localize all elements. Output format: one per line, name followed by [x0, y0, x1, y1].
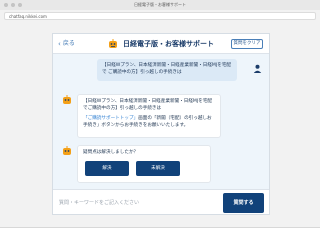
support-chat-app: ‹ 戻る 日経電子版・お客様サポート 質問をクリア 【日経Wプラン、日本経済新聞… — [52, 33, 270, 215]
url-text: chatfaq.nikkei.com — [9, 14, 47, 19]
user-avatar-icon — [253, 64, 262, 73]
window-title: 日経電子版・お客様サポート — [134, 2, 186, 7]
page-title: 日経電子版・お客様サポート — [123, 40, 214, 48]
address-bar[interactable]: chatfaq.nikkei.com — [4, 12, 316, 20]
title-bar: 日経電子版・お客様サポート — [0, 0, 320, 10]
send-question-button[interactable]: 質問する — [223, 193, 264, 213]
chat-header: ‹ 戻る 日経電子版・お客様サポート 質問をクリア — [53, 34, 269, 54]
bot-avatar-icon — [63, 146, 71, 155]
chevron-left-icon: ‹ — [58, 40, 61, 48]
resolution-question-bubble: 疑問点は解決しましたか？ 解決 未解決 — [77, 145, 211, 183]
robot-logo-icon — [109, 39, 117, 48]
subscription-support-link[interactable]: 「ご購読サポートトップ」 — [83, 116, 138, 121]
user-message-bubble: 【日経Wプラン、日本経済新聞・日経産業新聞・日経MJを宅配で ご購読中の方】引っ… — [97, 59, 237, 81]
bot-message-text: 【日経Wプラン、日本経済新聞・日経産業新聞・日経MJを宅配でご購読中の方】引っ越… — [83, 99, 213, 111]
back-label: 戻る — [62, 40, 75, 47]
resolution-question-text: 疑問点は解決しましたか？ — [83, 150, 139, 155]
clear-questions-button[interactable]: 質問をクリア — [231, 39, 263, 49]
back-button[interactable]: ‹ 戻る — [58, 40, 75, 48]
browser-window: 日経電子版・お客様サポート chatfaq.nikkei.com ‹ 戻る 日経… — [0, 0, 320, 228]
question-input-bar: 質問する — [53, 189, 269, 214]
user-message-text: 【日経Wプラン、日本経済新聞・日経産業新聞・日経MJを宅配で ご購読中の方】引っ… — [102, 63, 232, 75]
bot-message-instructions: 「ご購読サポートトップ」画面の「新聞（宅配）の引っ越しお手続き」ボタンからお手続… — [83, 115, 215, 129]
question-input[interactable] — [59, 194, 217, 212]
bot-message-bubble: 【日経Wプラン、日本経済新聞・日経産業新聞・日経MJを宅配でご購読中の方】引っ越… — [77, 94, 221, 138]
unresolved-button[interactable]: 未解決 — [136, 161, 180, 176]
resolved-button[interactable]: 解決 — [85, 161, 129, 176]
bot-avatar-icon — [63, 95, 71, 104]
